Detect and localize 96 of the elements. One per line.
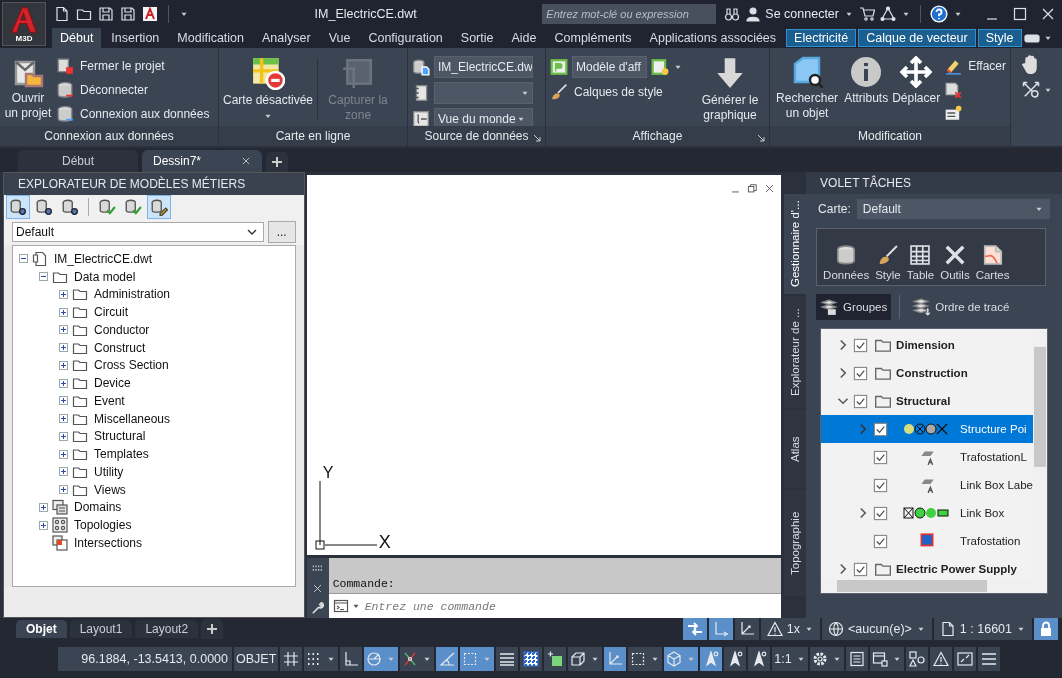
layer-row[interactable]: Link Box Labe	[821, 471, 1033, 499]
style-field[interactable]: Modèle d'aff	[572, 56, 647, 78]
ribbon-tab[interactable]: Configuration	[360, 28, 451, 48]
drawing-canvas[interactable]: Y X	[306, 175, 782, 555]
application-menu-button[interactable]: M3D	[2, 2, 46, 46]
ribbon-button[interactable]: Attributs	[844, 52, 889, 106]
view-dropdown[interactable]: Vue du monde	[434, 108, 533, 126]
tree-item[interactable]: Event	[94, 393, 125, 408]
ribbon-tab[interactable]: Compléments	[546, 28, 640, 48]
data-source-field[interactable]: IM_ElectricCE.dw	[434, 56, 533, 78]
view-tab[interactable]: Groupes	[816, 294, 892, 320]
tree-item[interactable]: Views	[94, 482, 126, 497]
tree-item[interactable]: Domains	[74, 500, 122, 515]
tree-item[interactable]: Construct	[94, 340, 146, 355]
map-label: Carte:	[818, 202, 851, 216]
command-history: Commande:	[328, 558, 782, 593]
erase-button[interactable]: Effacer	[944, 56, 1006, 76]
ribbon-button[interactable]: Déconnecter	[56, 80, 210, 100]
view-tab[interactable]: Ordre de tracé	[908, 294, 1014, 320]
document-tab[interactable]: Début	[18, 150, 138, 172]
tree-item[interactable]: Miscellaneous	[94, 411, 171, 426]
status-button[interactable]: 1 : 16601	[933, 618, 1032, 640]
ribbon-tab[interactable]: Insertion	[103, 28, 168, 48]
panel-title: Source de données	[408, 126, 545, 146]
side-tab[interactable]: Explorateur de ...	[784, 296, 807, 408]
generate-graph-button[interactable]: Générer le graphique	[695, 52, 765, 126]
task-tool-button[interactable]: Cartes	[975, 244, 1010, 281]
command-input[interactable]: Entrez une commande	[362, 598, 782, 614]
layer-row[interactable]: TrafostationL	[821, 443, 1033, 471]
ribbon-tab[interactable]: Aide	[503, 28, 545, 48]
layer-row[interactable]: Structure Poi	[821, 415, 1033, 443]
sign-in-button[interactable]: Se connecter	[745, 6, 839, 22]
ribbon-tab[interactable]: Sortie	[452, 28, 502, 48]
panel-title: Carte en ligne	[219, 126, 407, 146]
task-tool-button[interactable]: Style	[875, 244, 901, 281]
ribbon-button[interactable]: Connexion aux données	[56, 104, 210, 124]
ribbon-button[interactable]: Fermer le projet	[56, 56, 210, 76]
ribbon-tab[interactable]: Vue	[320, 28, 359, 48]
coordinates-display[interactable]: 96.1884, -13.5413, 0.0000	[58, 647, 232, 671]
panel-title: Connexion aux données	[0, 126, 218, 146]
layout-tab[interactable]: Layout2	[135, 620, 199, 638]
ribbon-tab[interactable]: Applications associées	[641, 28, 785, 48]
panel-title: Affichage	[546, 126, 769, 146]
layout-tab[interactable]: Objet	[16, 620, 67, 638]
tree-item[interactable]: Cross Section	[94, 358, 169, 373]
status-button[interactable]: <aucun(e)>	[821, 618, 932, 640]
layer-row[interactable]: Structural	[821, 387, 1033, 415]
panel-header: VOLET TÂCHES	[806, 172, 1062, 194]
tree-item[interactable]: Device	[94, 376, 131, 391]
tree-item[interactable]: Utility	[94, 464, 124, 479]
ribbon-tab[interactable]: Analyser	[254, 28, 319, 48]
ribbon-tab[interactable]: Electricité	[786, 29, 857, 47]
tree-item[interactable]: Circuit	[94, 305, 128, 320]
layer-row[interactable]: Construction	[821, 359, 1033, 387]
command-input-bar[interactable]: Entrez une commande	[328, 593, 782, 618]
layout-tab[interactable]: Layout1	[69, 620, 133, 638]
ribbon-tab[interactable]: Modification	[169, 28, 252, 48]
ribbon-button[interactable]: Déplacer	[892, 52, 941, 106]
tree-item[interactable]: Structural	[94, 429, 146, 444]
ribbon-button[interactable]: Carte désactivée	[223, 52, 314, 121]
task-tool-button[interactable]: Données	[823, 244, 870, 281]
map-dropdown[interactable]: Default	[856, 199, 1050, 219]
panel-title: Modification	[770, 126, 1010, 146]
ribbon-button[interactable]: Calques de style	[550, 82, 683, 102]
task-tool-button[interactable]: Table	[906, 244, 935, 281]
side-tab[interactable]: Gestionnaire d'...	[784, 194, 807, 294]
axis-label: Y	[322, 465, 335, 481]
tree-item[interactable]: Conductor	[94, 322, 150, 337]
status-button[interactable]: 1x	[760, 618, 820, 640]
layer-row[interactable]: Electric Power Supply	[821, 555, 1033, 579]
side-tab[interactable]: Atlas	[784, 410, 807, 488]
tree-item[interactable]: IM_ElectricCE.dwt	[54, 251, 153, 266]
tree-item[interactable]: Data model	[74, 269, 136, 284]
tree-item[interactable]: Topologies	[74, 518, 132, 533]
layer-row[interactable]: Dimension	[821, 331, 1033, 359]
document-tab[interactable]: Dessin7*	[142, 150, 262, 172]
schema-dropdown[interactable]: Default	[12, 222, 264, 242]
search-field[interactable]: Entrez mot-clé ou expression	[542, 4, 717, 24]
layer-row[interactable]: Trafostation	[821, 527, 1033, 555]
axis-label: X	[378, 533, 391, 551]
layer-row[interactable]: Link Box	[821, 499, 1033, 527]
task-tool-button[interactable]: Outils	[940, 244, 970, 281]
ribbon-button[interactable]: Rechercher un objet	[774, 52, 841, 121]
space-toggle[interactable]: OBJET	[234, 647, 279, 671]
tree-item[interactable]: Administration	[94, 287, 171, 302]
open-project-button[interactable]: Ouvrir un projet	[4, 52, 52, 121]
status-button[interactable]: 1:1	[772, 647, 808, 671]
window-title: IM_ElectricCE.dwt	[313, 7, 418, 21]
side-tab[interactable]: Topographie	[784, 490, 807, 596]
panel-header: EXPLORATEUR DE MODÈLES MÉTIERS	[4, 173, 304, 195]
more-button[interactable]: ...	[267, 221, 296, 243]
tree-item[interactable]: Templates	[94, 447, 149, 462]
tree-item[interactable]: Intersections	[74, 535, 143, 550]
ribbon-tab[interactable]: Style	[977, 29, 1022, 47]
ribbon-tab[interactable]: Calque de vecteur	[858, 29, 976, 47]
ribbon-tab[interactable]: Début	[52, 28, 102, 48]
